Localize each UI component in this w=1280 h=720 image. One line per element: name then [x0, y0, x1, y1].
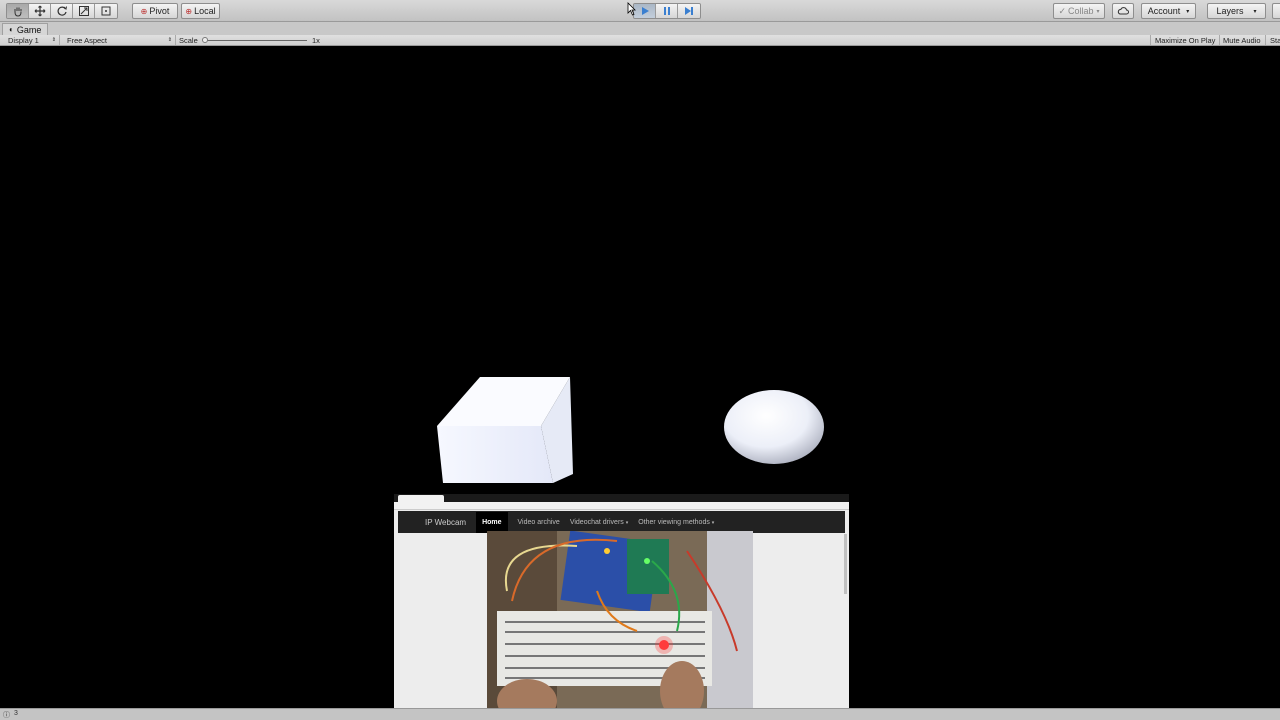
- nav-video-archive-link[interactable]: Video archive: [518, 519, 560, 526]
- webcam-browser-window: IP Webcam Home Video archive Videochat d…: [394, 494, 849, 720]
- scale-slider-track[interactable]: [205, 40, 307, 41]
- layout-dropdown[interactable]: [1272, 3, 1280, 19]
- rect-transform-icon: [101, 6, 111, 16]
- play-icon: [641, 7, 649, 15]
- nav-other-viewing-label: Other viewing methods: [638, 518, 710, 526]
- pause-button[interactable]: [656, 4, 678, 18]
- move-tool-button[interactable]: [29, 4, 51, 18]
- chevron-down-icon: ▾: [1186, 8, 1190, 15]
- step-button[interactable]: [678, 4, 700, 18]
- caret-down-icon: ▾: [711, 519, 715, 526]
- chevron-updown-icon: ⇕: [51, 37, 56, 43]
- chevron-down-icon: ▾: [1096, 8, 1100, 15]
- scale-value: 1x: [308, 35, 324, 45]
- rotate-icon: [57, 6, 67, 16]
- console-info-icon[interactable]: ⓘ: [3, 710, 10, 720]
- collab-dropdown[interactable]: ✓ Collab ▾: [1053, 3, 1105, 19]
- browser-tab[interactable]: [398, 495, 444, 502]
- aspect-dropdown[interactable]: Free Aspect ⇕: [63, 35, 176, 45]
- scale-value-text: 1x: [312, 35, 320, 45]
- playback-controls: [633, 3, 701, 19]
- scale-text: Scale: [179, 35, 198, 45]
- game-tab-label: Game: [16, 24, 42, 35]
- maximize-on-play-toggle[interactable]: Maximize On Play: [1150, 35, 1221, 45]
- scale-icon: [78, 6, 89, 16]
- account-label: Account: [1147, 6, 1181, 16]
- mouse-cursor-icon: [627, 2, 636, 16]
- pivot-label: Pivot: [149, 6, 170, 16]
- stats-label: Sta: [1270, 35, 1280, 45]
- play-button[interactable]: [634, 4, 656, 18]
- pivot-icon: ⊕: [140, 6, 148, 16]
- scale-tool-button[interactable]: [73, 4, 95, 18]
- cloud-button[interactable]: [1112, 3, 1134, 19]
- hand-tool-button[interactable]: [7, 4, 29, 18]
- cube-object[interactable]: [437, 377, 573, 483]
- tab-game[interactable]: ◐ Game: [2, 23, 49, 35]
- nav-home-link[interactable]: Home: [476, 511, 508, 533]
- tab-strip: [0, 22, 1280, 35]
- chevron-updown-icon: ⇕: [167, 37, 172, 43]
- chevron-down-icon: ▾: [1253, 8, 1257, 15]
- rect-tool-button[interactable]: [95, 4, 117, 18]
- game-tab-icon: ◐: [9, 25, 14, 34]
- collab-label: Collab: [1068, 6, 1094, 16]
- stats-toggle[interactable]: Sta: [1266, 35, 1280, 45]
- caret-down-icon: ▾: [625, 519, 629, 526]
- local-icon: ⊕: [185, 6, 193, 16]
- local-toggle-button[interactable]: ⊕ Local: [181, 3, 220, 19]
- nav-videochat-drivers-link[interactable]: Videochat drivers ▾: [570, 519, 628, 526]
- webcam-video-feed: [487, 531, 753, 718]
- main-toolbar: ⊕ Pivot ⊕ Local ✓ Collab ▾ Account ▾ Lay…: [0, 0, 1280, 22]
- mute-audio-toggle[interactable]: Mute Audio: [1219, 35, 1266, 45]
- rotate-tool-button[interactable]: [51, 4, 73, 18]
- status-bar: ⓘ 3: [0, 708, 1280, 720]
- breadboard-circuit-image: [487, 531, 753, 718]
- nav-other-viewing-link[interactable]: Other viewing methods ▾: [638, 519, 714, 526]
- check-icon: ✓: [1058, 5, 1066, 16]
- aspect-label: Free Aspect: [67, 35, 108, 45]
- step-icon: [685, 7, 693, 15]
- pivot-toggle-button[interactable]: ⊕ Pivot: [132, 3, 178, 19]
- pause-icon: [663, 7, 670, 15]
- scale-slider-handle[interactable]: [202, 37, 208, 43]
- maximize-on-play-label: Maximize On Play: [1155, 35, 1216, 45]
- account-dropdown[interactable]: Account ▾: [1141, 3, 1196, 19]
- browser-tab-strip: [394, 494, 849, 502]
- mute-audio-label: Mute Audio: [1223, 35, 1261, 45]
- console-count: 3: [14, 710, 18, 717]
- local-label: Local: [194, 6, 216, 16]
- display-dropdown[interactable]: Display 1 ⇕: [4, 35, 60, 45]
- webcam-brand[interactable]: IP Webcam: [425, 518, 466, 527]
- game-view-toolbar: Display 1 ⇕ Free Aspect ⇕ Scale 1x Maxim…: [0, 35, 1280, 46]
- move-icon: [34, 5, 45, 17]
- webcam-navbar: IP Webcam Home Video archive Videochat d…: [398, 511, 845, 533]
- cloud-icon: [1117, 7, 1129, 15]
- display-label: Display 1: [8, 35, 39, 45]
- sphere-object[interactable]: [724, 390, 824, 464]
- scrollbar[interactable]: [844, 534, 847, 594]
- transform-tools: [6, 3, 118, 19]
- nav-videochat-drivers-label: Videochat drivers: [569, 518, 624, 526]
- browser-address-bar[interactable]: [394, 502, 849, 510]
- layers-label: Layers: [1216, 6, 1244, 16]
- layers-dropdown[interactable]: Layers ▾: [1207, 3, 1266, 19]
- hand-icon: [14, 7, 21, 17]
- scale-label: Scale: [175, 35, 202, 45]
